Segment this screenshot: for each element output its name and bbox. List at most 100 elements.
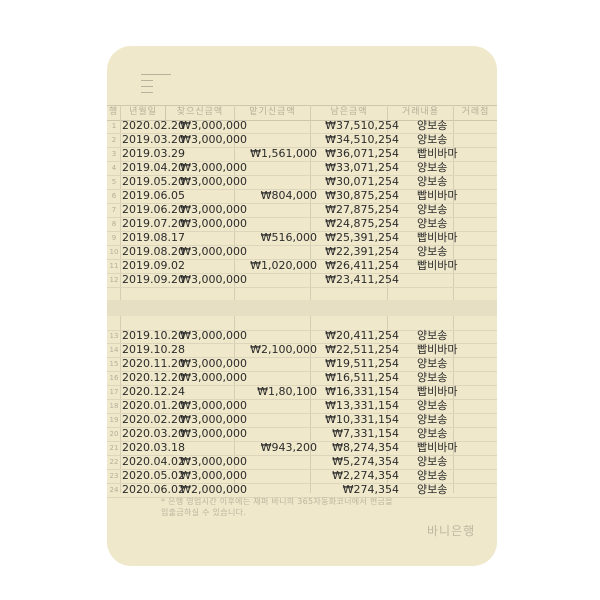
- table-row: 18 2020.01.20 ₩3,000,000 ₩13,331,154 양보송: [107, 399, 497, 414]
- row-number: 6: [111, 192, 117, 200]
- description-cell: 양보송: [417, 357, 448, 370]
- description-cell: 양보송: [417, 175, 448, 188]
- table-row: 15 2020.11.20 ₩3,000,000 ₩19,511,254 양보송: [107, 357, 497, 372]
- row-number: 10: [109, 248, 119, 256]
- row-number: 9: [111, 234, 117, 242]
- balance-cell: ₩34,510,254: [325, 133, 399, 146]
- row-number: 8: [111, 220, 117, 228]
- withdraw-cell: ₩3,000,000: [180, 399, 247, 412]
- description-cell: 양보송: [417, 245, 448, 258]
- balance-cell: ₩7,331,154: [332, 427, 399, 440]
- row-number: 16: [109, 374, 119, 382]
- balance-cell: ₩10,331,154: [325, 413, 399, 426]
- date-cell: 2019.03.29: [122, 147, 185, 160]
- row-number: 2: [111, 136, 117, 144]
- balance-cell: ₩22,511,254: [325, 343, 399, 356]
- balance-cell: ₩8,274,354: [332, 441, 399, 454]
- description-cell: 양보송: [417, 217, 448, 230]
- deposit-cell: ₩1,561,000: [250, 147, 317, 160]
- description-cell: 양보송: [417, 469, 448, 482]
- row-number: 13: [109, 332, 119, 340]
- table-row: 10 2019.08.20 ₩3,000,000 ₩22,391,254 양보송: [107, 245, 497, 260]
- description-cell: 양보송: [417, 329, 448, 342]
- withdraw-cell: ₩3,000,000: [180, 175, 247, 188]
- balance-cell: ₩30,071,254: [325, 175, 399, 188]
- table-row: 23 2020.05.02 ₩3,000,000 ₩2,274,354 양보송: [107, 469, 497, 484]
- description-cell: 양보송: [417, 161, 448, 174]
- date-cell: 2019.06.05: [122, 189, 185, 202]
- table-row: 5 2019.05.20 ₩3,000,000 ₩30,071,254 양보송: [107, 175, 497, 190]
- header-branch: 거래점: [461, 107, 490, 117]
- description-cell: 양보송: [417, 413, 448, 426]
- page-fold-gap: [107, 287, 497, 331]
- balance-cell: ₩16,511,254: [325, 371, 399, 384]
- description-cell: 빱비바마: [417, 343, 458, 356]
- row-number: 1: [111, 122, 117, 130]
- header-withdraw: 찾으신금액: [166, 106, 235, 120]
- row-number: 14: [109, 346, 119, 354]
- date-cell: 2019.09.02: [122, 259, 185, 272]
- table-row: 1 2020.02.20 ₩3,000,000 ₩37,510,254 양보송: [107, 119, 497, 134]
- table-row: 16 2020.12.20 ₩3,000,000 ₩16,511,254 양보송: [107, 371, 497, 386]
- table-row: 19 2020.02.20 ₩3,000,000 ₩10,331,154 양보송: [107, 413, 497, 428]
- withdraw-cell: ₩3,000,000: [180, 245, 247, 258]
- table-row: 22 2020.04.02 ₩3,000,000 ₩5,274,354 양보송: [107, 455, 497, 470]
- balance-cell: ₩274,354: [342, 483, 399, 496]
- withdraw-cell: ₩3,000,000: [180, 203, 247, 216]
- description-cell: 빱비바마: [417, 231, 458, 244]
- balance-cell: ₩13,331,154: [325, 399, 399, 412]
- deposit-cell: ₩516,000: [260, 231, 317, 244]
- balance-cell: ₩30,875,254: [325, 189, 399, 202]
- balance-cell: ₩19,511,254: [325, 357, 399, 370]
- withdraw-cell: ₩3,000,000: [180, 161, 247, 174]
- bank-name: 바니은행: [427, 524, 476, 538]
- table-row: 17 2020.12.24 ₩1,80,100 ₩16,331,154 빱비바마: [107, 385, 497, 400]
- row-number: 24: [109, 486, 119, 494]
- withdraw-cell: ₩3,000,000: [180, 357, 247, 370]
- row-number: 23: [109, 472, 119, 480]
- withdraw-cell: ₩3,000,000: [180, 469, 247, 482]
- description-cell: 빱비바마: [417, 385, 458, 398]
- date-cell: 2020.12.24: [122, 385, 185, 398]
- table-row: 3 2019.03.29 ₩1,561,000 ₩36,071,254 빱비바마: [107, 147, 497, 162]
- withdraw-cell: ₩3,000,000: [180, 119, 247, 132]
- header-deposit: 맡기신금액: [235, 106, 311, 120]
- description-cell: 양보송: [417, 483, 448, 496]
- description-cell: 빱비바마: [417, 147, 458, 160]
- row-number: 4: [111, 164, 117, 172]
- withdraw-cell: ₩3,000,000: [180, 273, 247, 286]
- withdraw-cell: ₩3,000,000: [180, 133, 247, 146]
- withdraw-cell: ₩3,000,000: [180, 413, 247, 426]
- date-cell: 2019.08.17: [122, 231, 185, 244]
- description-cell: 빱비바마: [417, 189, 458, 202]
- balance-cell: ₩25,391,254: [325, 231, 399, 244]
- description-cell: 양보송: [417, 133, 448, 146]
- withdraw-cell: ₩2,000,000: [180, 483, 247, 496]
- balance-cell: ₩27,875,254: [325, 203, 399, 216]
- balance-cell: ₩33,071,254: [325, 161, 399, 174]
- deposit-cell: ₩1,80,100: [257, 385, 317, 398]
- footnote-line-2: 입출금하실 수 있습니다.: [161, 508, 247, 517]
- table-row: 14 2019.10.28 ₩2,100,000 ₩22,511,254 빱비바마: [107, 343, 497, 358]
- footnote-line-1: * 은행 영업시간 이후에는 재퍼 바니의 365자동화코너에서 현금을: [161, 497, 393, 506]
- row-number: 5: [111, 178, 117, 186]
- row-number: 17: [109, 388, 119, 396]
- description-cell: 양보송: [417, 455, 448, 468]
- description-cell: 양보송: [417, 119, 448, 132]
- header-date: 년월일: [121, 106, 166, 120]
- row-number: 22: [109, 458, 119, 466]
- row-number: 20: [109, 430, 119, 438]
- balance-cell: ₩2,274,354: [332, 469, 399, 482]
- table-row: 20 2020.03.20 ₩3,000,000 ₩7,331,154 양보송: [107, 427, 497, 442]
- balance-cell: ₩20,411,254: [325, 329, 399, 342]
- header-balance: 남은금액: [311, 106, 388, 120]
- row-number: 19: [109, 416, 119, 424]
- date-cell: 2019.10.28: [122, 343, 185, 356]
- table-row: 7 2019.06.20 ₩3,000,000 ₩27,875,254 양보송: [107, 203, 497, 218]
- row-number: 18: [109, 402, 119, 410]
- menu-icon[interactable]: [141, 74, 171, 96]
- description-cell: 양보송: [417, 427, 448, 440]
- balance-cell: ₩26,411,254: [325, 259, 399, 272]
- table-row: 6 2019.06.05 ₩804,000 ₩30,875,254 빱비바마: [107, 189, 497, 204]
- balance-cell: ₩23,411,254: [325, 273, 399, 286]
